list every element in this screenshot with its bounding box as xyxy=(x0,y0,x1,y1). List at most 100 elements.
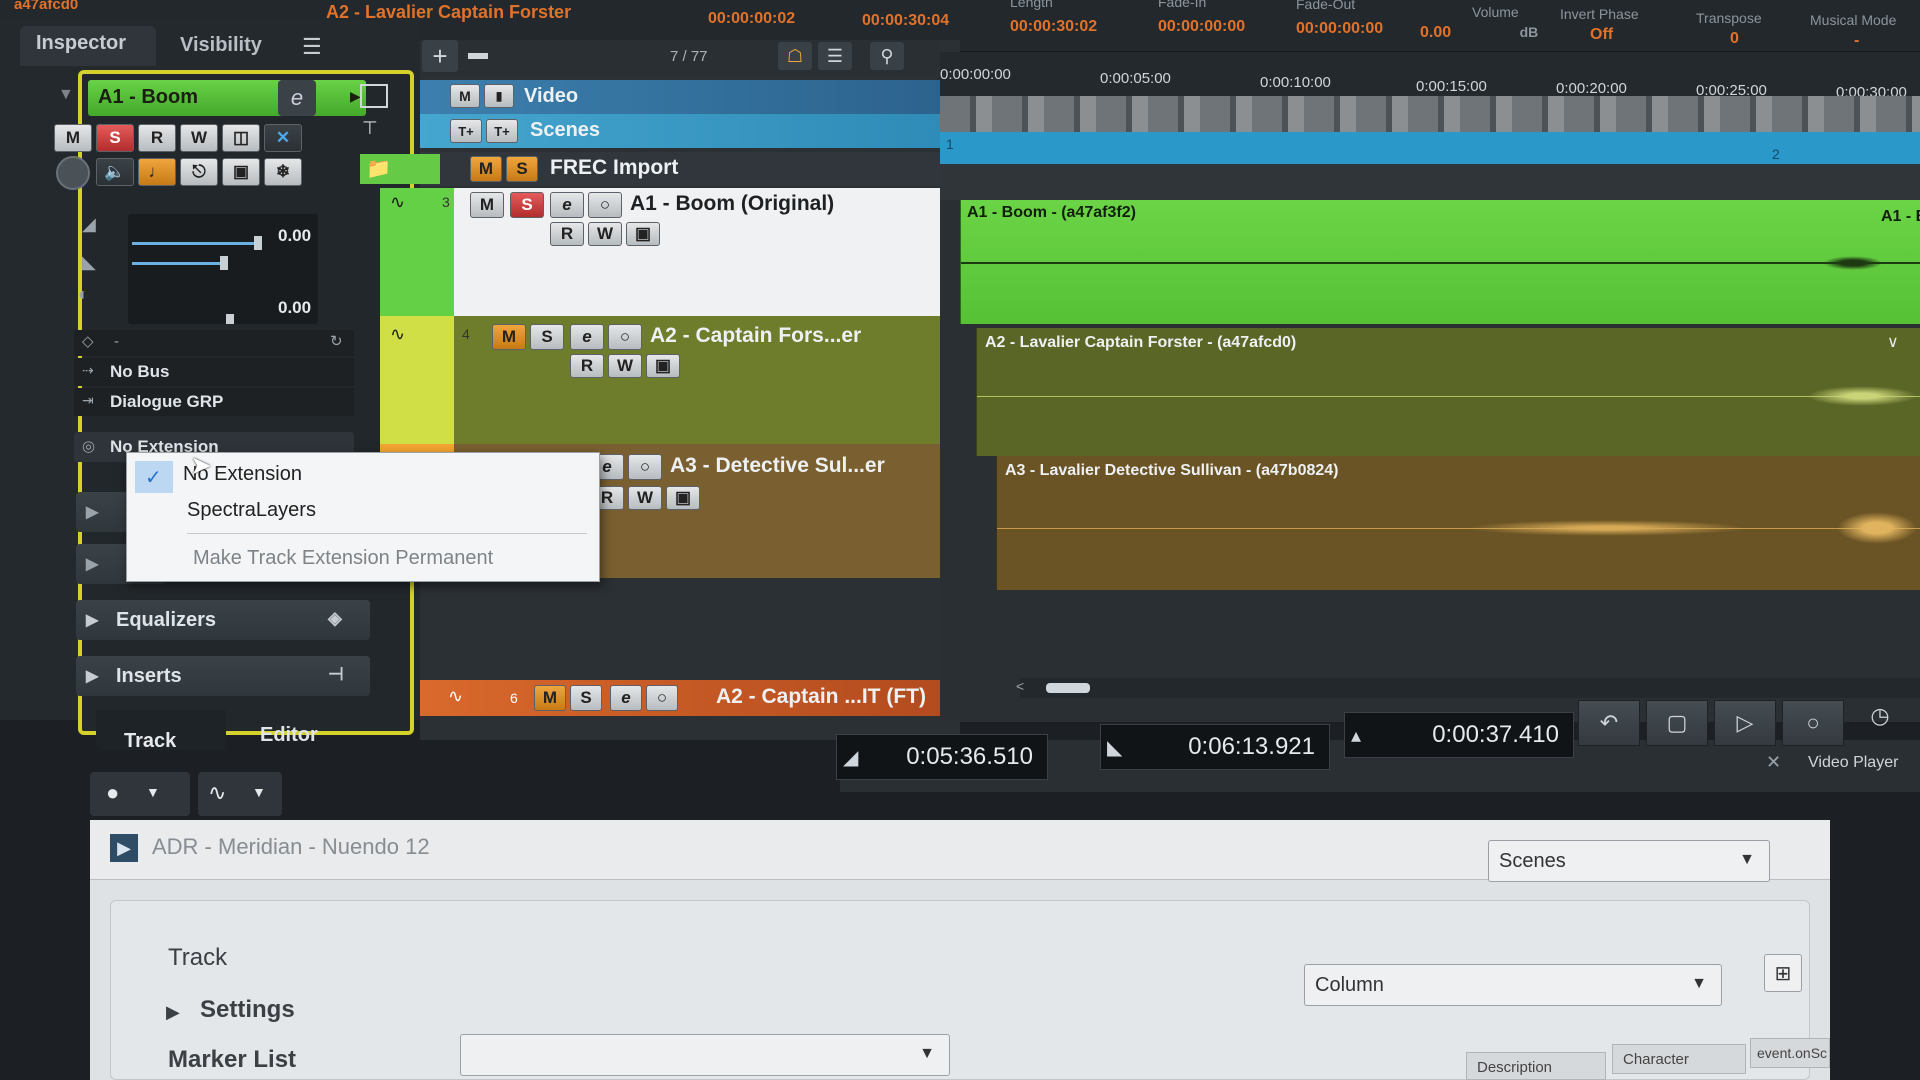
pan-fader-handle[interactable] xyxy=(220,256,228,270)
add-track-options-icon[interactable]: ▬ xyxy=(468,42,488,65)
solo-button[interactable]: S xyxy=(96,124,134,152)
expand-triangle-icon[interactable]: ▶ xyxy=(166,1002,180,1023)
delay-value[interactable]: 0.00 xyxy=(278,298,311,318)
eq-bypass-icon[interactable]: ◈ xyxy=(328,608,342,629)
event-volume-field[interactable]: 0.00 xyxy=(1420,24,1451,41)
stop-button[interactable]: ▢ xyxy=(1646,700,1708,746)
event-end-field[interactable]: 00:00:30:04 xyxy=(862,12,949,30)
audio-event[interactable]: A3 - Lavalier Detective Sullivan - (a47b… xyxy=(996,456,1920,590)
write-automation-button[interactable]: W xyxy=(180,124,218,152)
column-header[interactable]: Character xyxy=(1612,1044,1746,1074)
track-name-bar[interactable]: ▼ A1 - Boom ▶ xyxy=(58,80,366,116)
folder-track[interactable]: 📁 M S FREC Import xyxy=(360,152,960,186)
track-edit-button[interactable]: e xyxy=(610,685,642,711)
scroll-left-icon[interactable]: < xyxy=(1016,678,1024,694)
horizontal-scrollbar[interactable]: < xyxy=(1016,678,1920,698)
inserts-bypass-icon[interactable]: ⊣ xyxy=(328,664,344,685)
scrollbar-thumb[interactable] xyxy=(1046,683,1090,693)
close-icon[interactable]: ✕ xyxy=(1766,752,1781,773)
record-button[interactable]: ○ xyxy=(1782,700,1844,746)
edit-channel-icon[interactable]: e xyxy=(278,80,316,116)
mute-button[interactable]: M xyxy=(54,124,92,152)
invert-phase-field[interactable]: Off xyxy=(1560,26,1639,44)
lock-button[interactable]: ⎋ xyxy=(180,158,218,186)
lane-display-button[interactable]: ▣ xyxy=(222,158,260,186)
fade-in-field[interactable]: 00:00:00:00 xyxy=(1158,18,1245,36)
input-selector[interactable]: ◇ - ↻ xyxy=(74,330,354,356)
tab-editor[interactable]: Editor xyxy=(260,724,318,747)
section-equalizers[interactable]: ▶ Equalizers ◈ xyxy=(76,600,370,640)
track-lanes-button[interactable]: ▣ xyxy=(646,354,680,378)
track-mute-button[interactable]: M xyxy=(534,685,566,711)
scenes-combo[interactable]: Scenes ▼ xyxy=(1488,840,1770,882)
waveform-mode-selector[interactable]: ∿ ▼ xyxy=(198,772,282,816)
volume-value[interactable]: 0.00 xyxy=(278,226,311,246)
left-locator-field[interactable]: ◢ 0:05:36.510 xyxy=(836,734,1048,780)
track-read-button[interactable]: R xyxy=(570,354,604,378)
menu-item-spectralayers[interactable]: SpectraLayers xyxy=(187,499,316,522)
track-record-button[interactable]: ○ xyxy=(646,685,678,711)
audio-event[interactable]: A1 - Boom - (a47af3f2) A1 - Bo xyxy=(960,200,1920,324)
timebase-button[interactable]: ♩ xyxy=(138,158,176,186)
folder-solo-button[interactable]: S xyxy=(506,156,538,182)
read-automation-button[interactable]: R xyxy=(138,124,176,152)
range-icon[interactable]: ▴ xyxy=(1351,723,1361,748)
track-edit-button[interactable]: e xyxy=(550,192,584,218)
video-options-button[interactable]: ▮ xyxy=(484,84,514,108)
fade-out-field[interactable]: 00:00:00:00 xyxy=(1296,20,1383,38)
range-length-field[interactable]: ▴ 0:00:37.410 xyxy=(1344,712,1574,758)
track-row[interactable]: ∿ 4 M S e ○ A2 - Captain Fors...er R W ▣ xyxy=(380,316,960,444)
output-routing[interactable]: ⇥ Dialogue GRP xyxy=(74,388,354,416)
add-column-button[interactable]: ⊞ xyxy=(1764,954,1802,992)
tab-track[interactable]: Track xyxy=(124,730,176,753)
visibility-agent-icon[interactable]: ☖ xyxy=(778,42,812,70)
add-track-icon[interactable]: + xyxy=(422,40,458,72)
record-mode-selector[interactable]: ● ▼ xyxy=(90,772,190,816)
track-record-button[interactable]: ○ xyxy=(608,324,642,350)
track-solo-button[interactable]: S xyxy=(510,192,544,218)
event-id[interactable]: a47afcd0 xyxy=(14,0,78,13)
video-thumbnails[interactable] xyxy=(940,96,1920,132)
event-length-field[interactable]: 00:00:30:02 xyxy=(1010,18,1097,36)
event-start-field[interactable]: 00:00:00:02 xyxy=(708,10,795,28)
track-record-button[interactable]: ○ xyxy=(628,454,662,480)
column-header[interactable]: Description xyxy=(1466,1052,1606,1080)
track-row[interactable]: ∿ 6 M S e ○ A2 - Captain ...IT (FT) xyxy=(420,680,960,716)
input-routing[interactable]: ⇢ No Bus xyxy=(74,358,354,386)
volume-fader[interactable] xyxy=(132,242,258,245)
section-inserts[interactable]: ▶ Inserts ⊣ xyxy=(76,656,370,696)
clock-icon[interactable]: ◷ xyxy=(1858,696,1902,736)
delay-handle[interactable] xyxy=(226,314,234,324)
event-fade-icon[interactable]: ∨ xyxy=(1887,332,1899,352)
track-mute-button[interactable]: M xyxy=(492,324,526,350)
bypass-button[interactable]: ✕ xyxy=(264,124,302,152)
monitor-button[interactable]: 🔈 xyxy=(96,158,134,186)
left-locator-icon[interactable]: ◢ xyxy=(843,745,858,770)
track-lanes-button[interactable]: ▣ xyxy=(666,486,700,510)
track-write-button[interactable]: W xyxy=(588,222,622,246)
list-icon[interactable]: ☰ xyxy=(818,42,852,70)
musical-mode-field[interactable]: - xyxy=(1810,32,1896,50)
track-mute-button[interactable]: M xyxy=(470,192,504,218)
track-row[interactable]: ∿ 3 M S e ○ A1 - Boom (Original) R W ▣ xyxy=(380,188,960,316)
video-track[interactable]: M ▮ Video xyxy=(360,80,960,114)
right-locator-icon[interactable]: ◣ xyxy=(1107,735,1122,760)
track-solo-button[interactable]: S xyxy=(530,324,564,350)
track-lanes-button[interactable]: ▣ xyxy=(626,222,660,246)
video-player-tab[interactable]: Video Player xyxy=(1800,748,1920,782)
right-locator-field[interactable]: ◣ 0:06:13.921 xyxy=(1100,724,1330,770)
track-solo-button[interactable]: S xyxy=(570,685,602,711)
lanes-button[interactable]: ◫ xyxy=(222,124,260,152)
track-read-button[interactable]: R xyxy=(550,222,584,246)
pan-fader[interactable] xyxy=(132,262,222,265)
track-record-button[interactable]: ○ xyxy=(588,192,622,218)
time-ruler[interactable]: 0:00:00:00 0:00:05:00 0:00:10:00 0:00:15… xyxy=(940,52,1920,101)
inspector-menu-icon[interactable]: ☰ xyxy=(302,34,322,60)
play-button[interactable]: ▷ xyxy=(1714,700,1776,746)
record-enable-button[interactable] xyxy=(56,156,90,190)
scenes-track[interactable]: ⊤ T+ T+ Scenes xyxy=(362,114,960,148)
volume-fader-handle[interactable] xyxy=(254,236,262,250)
transpose-field[interactable]: 0 xyxy=(1696,30,1762,48)
video-mute-button[interactable]: M xyxy=(450,84,480,108)
refresh-icon[interactable]: ↻ xyxy=(330,332,343,350)
